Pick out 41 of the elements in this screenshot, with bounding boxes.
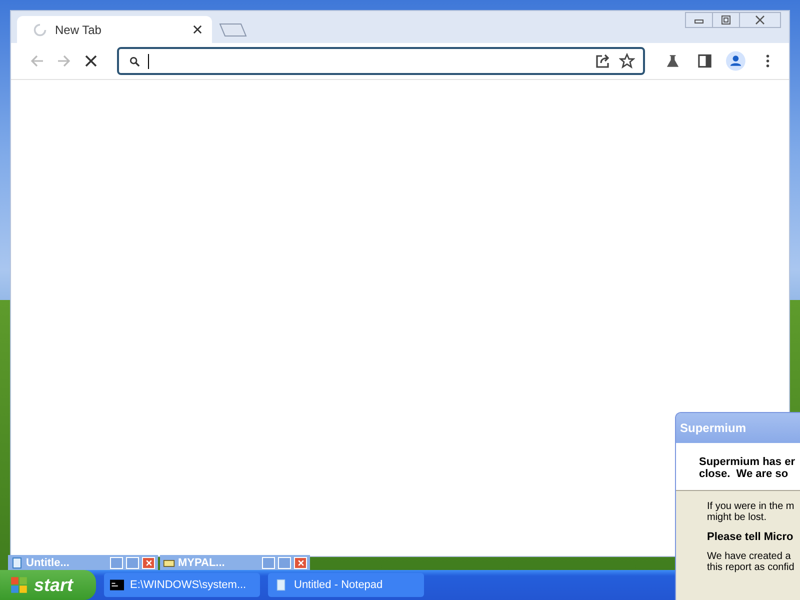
close-icon	[754, 15, 766, 25]
notepad-icon	[274, 579, 288, 591]
restore-button[interactable]	[262, 556, 275, 568]
close-icon	[296, 558, 304, 566]
stop-icon	[83, 53, 100, 69]
start-button[interactable]: start	[0, 570, 96, 600]
close-button[interactable]	[294, 556, 307, 568]
dialog-text-line: might be lost.	[707, 512, 768, 523]
close-tab-icon[interactable]	[193, 25, 202, 34]
text-caret	[148, 54, 149, 68]
dialog-text-line: If you were in the m	[707, 501, 796, 512]
loading-spinner-icon	[33, 22, 47, 36]
taskbar-button[interactable]: E:\WINDOWS\system...	[104, 573, 260, 597]
search-icon	[128, 56, 140, 66]
share-icon[interactable]	[595, 53, 612, 69]
dialog-heading: Please tell Micro	[707, 531, 794, 543]
minimized-window[interactable]: Untitle...	[8, 555, 158, 570]
notepad-icon	[11, 556, 23, 568]
dialog-text-line: We have created a	[707, 551, 792, 562]
flask-icon[interactable]	[665, 53, 681, 69]
error-message-line: Supermium has er	[699, 456, 796, 468]
error-message-line: close. We are so	[699, 468, 790, 480]
maximize-icon	[720, 15, 732, 25]
address-bar[interactable]	[116, 47, 646, 75]
windows-flag-icon	[10, 576, 28, 594]
close-button[interactable]	[142, 556, 155, 568]
minimized-window-title: Untitle...	[26, 556, 70, 568]
console-icon	[110, 579, 124, 591]
back-arrow-icon	[28, 53, 45, 69]
side-panel-icon[interactable]	[696, 53, 712, 69]
star-icon[interactable]	[619, 53, 636, 69]
dialog-title: Supermium	[676, 413, 800, 443]
browser-tab[interactable]: New Tab	[17, 16, 212, 43]
minimized-window[interactable]: MYPAL...	[160, 555, 310, 570]
forward-arrow-icon	[56, 53, 72, 69]
dialog-text-line: this report as confid	[707, 562, 796, 573]
minimized-window-title: MYPAL...	[178, 556, 226, 568]
close-icon	[144, 558, 152, 566]
profile-avatar-icon[interactable]	[726, 51, 746, 71]
restore-button[interactable]	[110, 556, 123, 568]
taskbar-button[interactable]: Untitled - Notepad	[268, 573, 424, 597]
